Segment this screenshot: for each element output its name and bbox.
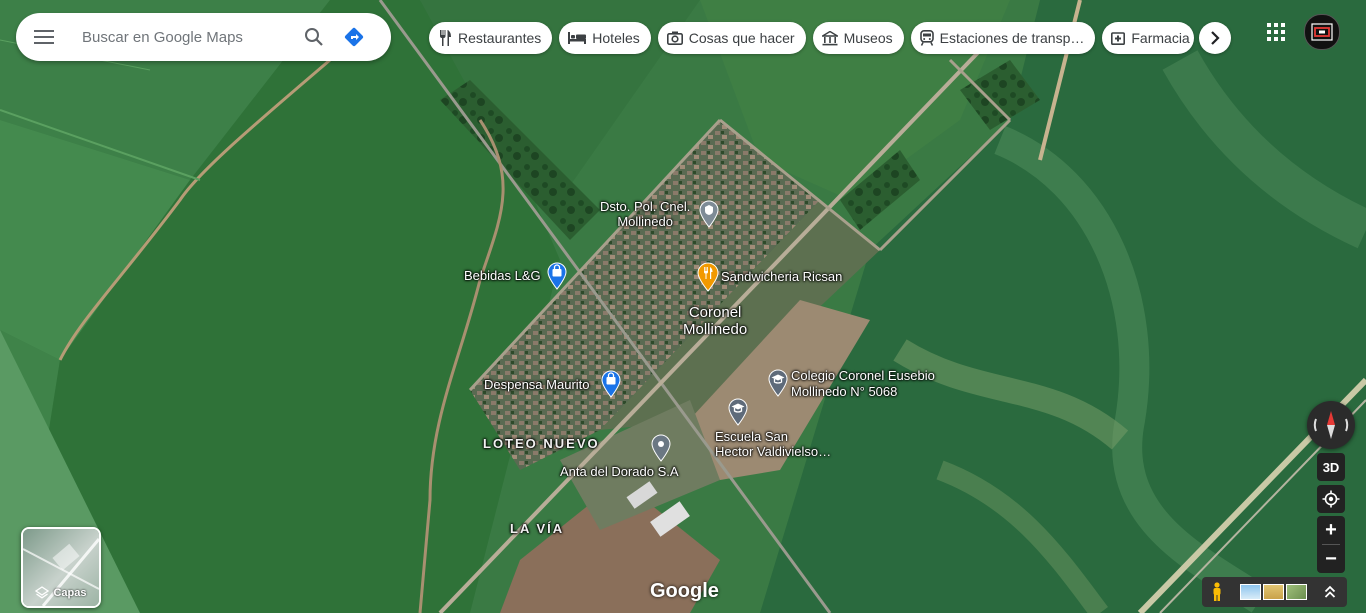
la-via-label: LA VÍA (510, 521, 565, 536)
chip-label: Hoteles (592, 30, 640, 46)
imagery-thumbnail-terrain[interactable] (1263, 584, 1284, 600)
imagery-thumbnail-sky[interactable] (1240, 584, 1261, 600)
zoom-in-button[interactable]: + (1317, 516, 1345, 544)
police-station-pin[interactable] (699, 200, 719, 228)
layers-label-row: Capas (23, 586, 99, 600)
loteo-nuevo-label: LOTEO NUEVO (483, 436, 600, 451)
my-location-button[interactable] (1317, 485, 1345, 513)
chip-restaurantes[interactable]: Restaurantes (429, 22, 553, 54)
chip-museos[interactable]: Museos (812, 22, 904, 54)
search-icon (305, 28, 323, 46)
escuela-label[interactable]: Escuela San Hector Valdivielso… (715, 429, 831, 459)
chip-label: Farmacia (1131, 30, 1190, 46)
expand-imagery-button[interactable] (1321, 583, 1339, 601)
town-label: Coronel Mollinedo (683, 304, 748, 338)
double-chevron-up-icon (1324, 585, 1336, 598)
location-pin-anta[interactable] (651, 434, 671, 462)
zoom-controls: + − (1317, 516, 1345, 573)
camera-icon (666, 31, 683, 45)
category-chips: Restaurantes Hoteles Cosas que hacer Mus… (429, 22, 1195, 54)
police-station-label[interactable]: Dsto. Pol. Cnel. Mollinedo (600, 199, 690, 229)
search-box (16, 13, 391, 61)
directions-icon (344, 27, 364, 47)
imagery-bar (1202, 577, 1347, 607)
pharmacy-icon (1111, 32, 1126, 45)
apps-button[interactable] (1262, 18, 1290, 46)
chip-estaciones-de-transporte[interactable]: Estaciones de transp… (910, 22, 1096, 54)
chip-farmacias[interactable]: Farmacia (1102, 22, 1195, 54)
shopping-bag-pin[interactable] (547, 262, 567, 290)
despensa-label[interactable]: Despensa Maurito (484, 377, 590, 392)
layers-button[interactable]: Capas (21, 527, 101, 608)
chip-label: Restaurantes (458, 30, 542, 46)
3d-toggle-button[interactable]: 3D (1317, 453, 1345, 481)
train-icon (919, 30, 934, 46)
menu-button[interactable] (16, 13, 72, 61)
chevron-right-icon (1211, 31, 1220, 45)
chip-hoteles[interactable]: Hoteles (559, 22, 651, 54)
bed-icon (568, 32, 587, 44)
imagery-thumbnail-satellite[interactable] (1286, 584, 1307, 600)
chip-label: Cosas que hacer (688, 30, 795, 46)
account-avatar[interactable] (1304, 14, 1340, 50)
crosshair-icon (1322, 490, 1340, 508)
pegman-icon (1213, 582, 1221, 601)
chip-cosas-que-hacer[interactable]: Cosas que hacer (657, 22, 806, 54)
avatar-logo-icon (1311, 23, 1333, 41)
search-input[interactable] (80, 27, 294, 47)
chip-label: Estaciones de transp… (939, 30, 1085, 46)
chip-label: Museos (843, 30, 893, 46)
chips-next-button[interactable] (1199, 22, 1231, 54)
school-pin-escuela[interactable] (728, 398, 748, 426)
pegman-button[interactable] (1202, 577, 1232, 607)
google-logo: Google (650, 580, 719, 602)
restaurant-pin[interactable] (697, 262, 719, 292)
compass-button[interactable] (1307, 401, 1355, 449)
colegio-label[interactable]: Colegio Coronel Eusebio Mollinedo N° 506… (791, 368, 935, 400)
fork-knife-icon (440, 30, 451, 46)
compass-icon (1313, 411, 1349, 439)
apps-grid-icon (1267, 23, 1285, 41)
zoom-out-button[interactable]: − (1317, 545, 1345, 573)
school-pin-colegio[interactable] (768, 369, 788, 397)
anta-label[interactable]: Anta del Dorado S.A (560, 464, 679, 479)
layers-icon (35, 586, 50, 599)
museum-icon (821, 30, 838, 45)
bebidas-label[interactable]: Bebidas L&G (464, 268, 541, 283)
search-button[interactable] (294, 17, 334, 57)
directions-button[interactable] (334, 17, 374, 57)
shopping-bag-pin-despensa[interactable] (601, 370, 621, 398)
sandwicheria-label[interactable]: Sandwicheria Ricsan (721, 269, 842, 284)
hamburger-icon (34, 30, 54, 44)
